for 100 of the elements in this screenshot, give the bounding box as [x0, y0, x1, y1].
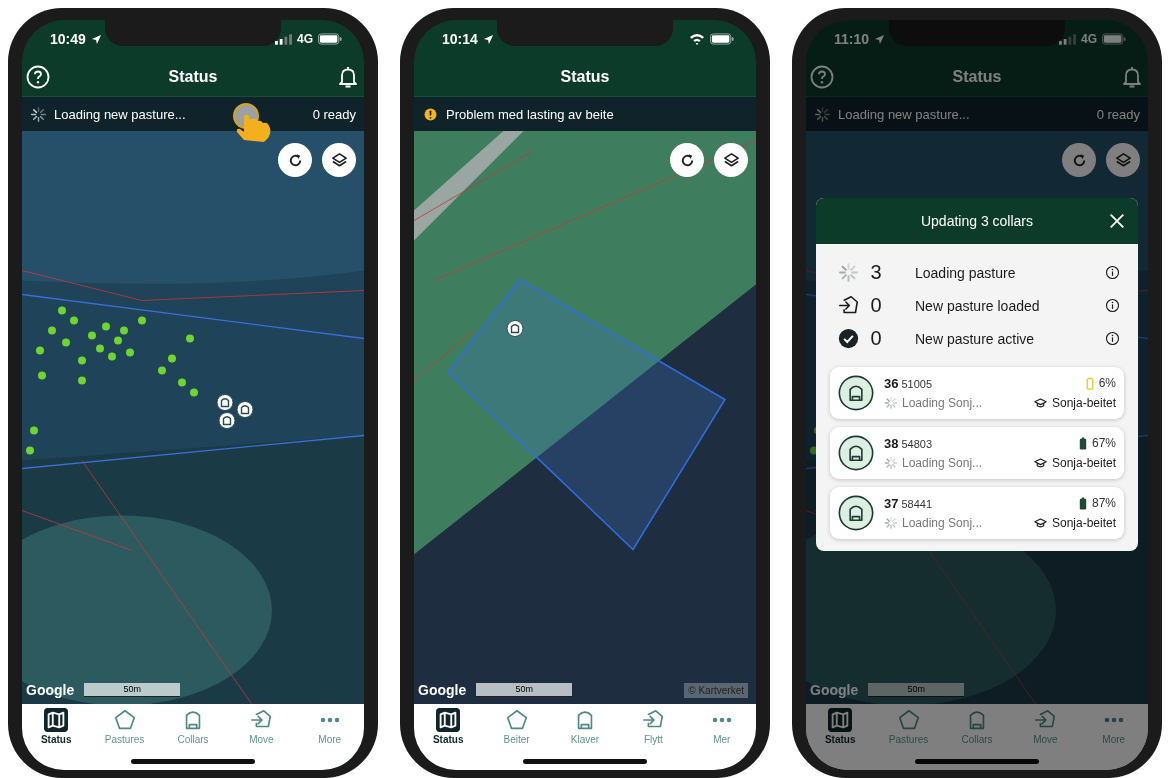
status-time: 10:49 [50, 31, 86, 47]
tab-bar-item[interactable]: More [1081, 708, 1146, 745]
signal-icon [1059, 33, 1076, 45]
more-tab-icon [711, 717, 732, 723]
collar-icon [838, 495, 874, 531]
more-tab-icon [1103, 717, 1124, 723]
close-icon [1108, 212, 1126, 230]
map-attribution: Google [810, 682, 859, 698]
collar-marker-icon[interactable] [216, 394, 234, 411]
collar-icon [838, 435, 874, 471]
collar-number: 36 [884, 376, 899, 391]
spinner-icon [884, 456, 898, 470]
battery-percent: 6% [1098, 376, 1116, 390]
status-label: New pasture loaded [915, 297, 1041, 314]
spinner-icon [30, 105, 47, 123]
status-time: 10:14 [442, 31, 478, 47]
pasture-tab-icon [504, 708, 529, 732]
pasture-name: Sonja-beitet [1051, 456, 1116, 470]
collar-card[interactable]: 37 58441 Loading Sonj... 87% Sonja-beitet [830, 487, 1124, 539]
collar-number: 38 [884, 436, 899, 451]
graduation-cap-icon [1033, 458, 1047, 468]
check-circle-icon [838, 328, 859, 349]
tab-bar-item[interactable]: Move [1013, 708, 1078, 745]
status-count: 0 [869, 327, 883, 350]
pasture-name: Sonja-beitet [1051, 516, 1116, 530]
satellite-map[interactable] [414, 131, 756, 704]
tab-bar-item[interactable]: Beiter [484, 708, 549, 745]
tab-bar-item[interactable]: Pastures [92, 708, 157, 745]
notification-bell-icon[interactable] [336, 65, 360, 89]
map-attribution: Google [418, 682, 467, 698]
network-label: 4G [1081, 32, 1097, 46]
spinner-icon [884, 396, 898, 410]
collar-number: 37 [884, 496, 899, 511]
move-in-icon [838, 295, 859, 316]
collar-status: Loading Sonj... [902, 396, 983, 410]
map-scale: 50m [84, 683, 181, 697]
tab-bar-item[interactable]: Status [24, 708, 89, 745]
tab-bar-item[interactable]: Move [229, 708, 294, 745]
graduation-cap-icon [1033, 398, 1047, 408]
tab-bar-item[interactable]: Status [808, 708, 873, 745]
map-credit: © Kartverket [684, 682, 748, 698]
pasture-tab-icon [896, 708, 921, 732]
graduation-cap-icon [1033, 518, 1047, 528]
screen-title: Status [951, 68, 1003, 86]
status-count: 3 [869, 261, 883, 284]
status-time: 11:10 [834, 31, 870, 47]
collar-status: Loading Sonj... [902, 516, 983, 530]
info-icon[interactable] [1105, 298, 1120, 313]
tab-bar-item[interactable]: Flytt [621, 708, 686, 745]
notice-text: Loading new pasture... [838, 106, 970, 122]
collar-marker-icon[interactable] [506, 320, 524, 337]
tab-bar-item[interactable]: Klaver [552, 708, 617, 745]
notice-text: Loading new pasture... [54, 106, 186, 122]
screen-title: Status [559, 68, 611, 86]
collar-serial: 58441 [901, 498, 933, 510]
more-tab-icon [319, 717, 340, 723]
map-tab-icon [44, 708, 69, 732]
collar-marker-icon[interactable] [236, 401, 254, 418]
map-attribution: Google [26, 682, 75, 698]
map-tab-icon [828, 708, 853, 732]
ready-count: 0 ready [312, 106, 356, 122]
collar-card[interactable]: 36 51005 Loading Sonj... 6% Sonja-beitet [830, 367, 1124, 419]
screen-title: Status [167, 68, 219, 86]
dialog-title: Updating 3 collars [920, 213, 1034, 229]
battery-icon [710, 33, 734, 45]
tab-bar-item[interactable]: Status [416, 708, 481, 745]
notice-text: Problem med lasting av beite [446, 106, 614, 122]
layers-icon [721, 150, 741, 170]
location-arrow-icon [90, 33, 102, 45]
network-label: 4G [297, 32, 313, 46]
map-tab-icon [436, 708, 461, 732]
spinner-icon [838, 262, 859, 283]
battery-percent: 67% [1091, 436, 1116, 450]
map-scale: 50m [868, 683, 965, 697]
collar-status: Loading Sonj... [902, 456, 983, 470]
wifi-icon [689, 33, 705, 45]
signal-icon [275, 33, 292, 45]
collar-marker-icon[interactable] [218, 412, 236, 429]
info-icon[interactable] [1105, 331, 1120, 346]
info-icon[interactable] [1105, 265, 1120, 280]
satellite-map[interactable] [22, 131, 364, 704]
collar-serial: 51005 [901, 378, 933, 390]
spinner-icon [884, 516, 898, 530]
pasture-name: Sonja-beitet [1051, 396, 1116, 410]
battery-percent: 87% [1091, 496, 1116, 510]
tab-bar-item[interactable]: Collars [944, 708, 1009, 745]
tab-bar-item[interactable]: Mer [689, 708, 754, 745]
status-label: Loading pasture [915, 264, 1017, 281]
collar-card[interactable]: 38 54803 Loading Sonj... 67% Sonja-beitet [830, 427, 1124, 479]
location-arrow-icon [874, 33, 886, 45]
map-scale: 50m [476, 683, 573, 697]
tab-bar-item[interactable]: Collars [160, 708, 225, 745]
collar-serial: 54803 [901, 438, 933, 450]
tab-bar-item[interactable]: More [297, 708, 362, 745]
location-arrow-icon [482, 33, 494, 45]
pasture-tab-icon [112, 708, 137, 732]
status-count: 0 [869, 294, 883, 317]
tab-bar-item[interactable]: Pastures [876, 708, 941, 745]
layers-icon [1113, 150, 1133, 170]
help-icon[interactable] [26, 65, 50, 89]
